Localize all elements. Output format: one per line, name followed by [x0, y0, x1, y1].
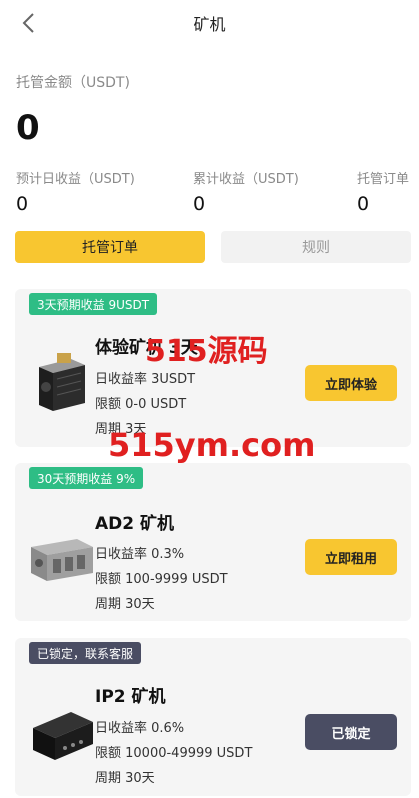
ad2-miner-icon	[27, 529, 97, 599]
stat-orders: 托管订单 0	[357, 168, 409, 215]
locked-badge: 已锁定，联系客服	[29, 642, 142, 664]
try-now-button[interactable]: 立即体验	[305, 365, 397, 401]
period: 周期 30天	[95, 597, 155, 612]
amount-limit: 限额 100-9999 USDT	[95, 572, 228, 587]
miner-card-ip2: 已锁定，联系客服 IP2 矿机 日收益率 0.6% 限额 10000-49999…	[15, 638, 411, 796]
tab-custody-orders[interactable]: 托管订单	[15, 231, 205, 263]
tab-bar: 托管订单 规则	[0, 231, 419, 263]
stat-value: 0	[357, 193, 370, 215]
daily-rate: 日收益率 0.3%	[95, 547, 185, 562]
locked-button[interactable]: 已锁定	[305, 714, 397, 750]
expected-income-badge: 3天预期收益 9USDT	[29, 293, 158, 315]
back-arrow-icon[interactable]	[18, 10, 42, 36]
watermark-text: 515源码	[145, 334, 268, 369]
ip2-miner-icon	[27, 698, 97, 768]
header-bar: 矿机	[0, 0, 419, 46]
summary-section: 托管金额（USDT) 0 预计日收益（USDT) 0 累计收益（USDT) 0 …	[0, 72, 419, 215]
stat-value: 0	[16, 193, 29, 215]
stat-total-income: 累计收益（USDT) 0	[193, 168, 299, 215]
stat-label: 托管订单	[357, 172, 410, 187]
miner-name: IP2 矿机	[95, 687, 166, 707]
rent-now-button[interactable]: 立即租用	[305, 539, 397, 575]
daily-rate: 日收益率 0.6%	[95, 721, 185, 736]
stat-label: 累计收益（USDT)	[193, 172, 299, 187]
stat-daily-income: 预计日收益（USDT) 0	[16, 168, 135, 215]
miner-card-ad2: 30天预期收益 9% AD2 矿机 日收益率 0.3% 限额 100-9999 …	[15, 463, 411, 621]
amount-limit: 限额 0-0 USDT	[95, 397, 187, 412]
period: 周期 30天	[95, 771, 155, 786]
page-title: 矿机	[193, 15, 226, 34]
miner-name: AD2 矿机	[95, 514, 175, 534]
antminer-icon	[27, 345, 97, 415]
custody-amount-label: 托管金额（USDT)	[16, 75, 130, 91]
tab-rules[interactable]: 规则	[221, 231, 411, 263]
daily-rate: 日收益率 3USDT	[95, 372, 196, 387]
amount-limit: 限额 10000-49999 USDT	[95, 746, 253, 761]
custody-amount-value: 0	[16, 108, 40, 148]
stat-label: 预计日收益（USDT)	[16, 172, 135, 187]
expected-income-badge: 30天预期收益 9%	[29, 467, 144, 489]
watermark-url: 515ym.com	[108, 426, 316, 464]
stat-value: 0	[193, 193, 206, 215]
stats-row: 预计日收益（USDT) 0 累计收益（USDT) 0 托管订单 0	[16, 168, 409, 215]
